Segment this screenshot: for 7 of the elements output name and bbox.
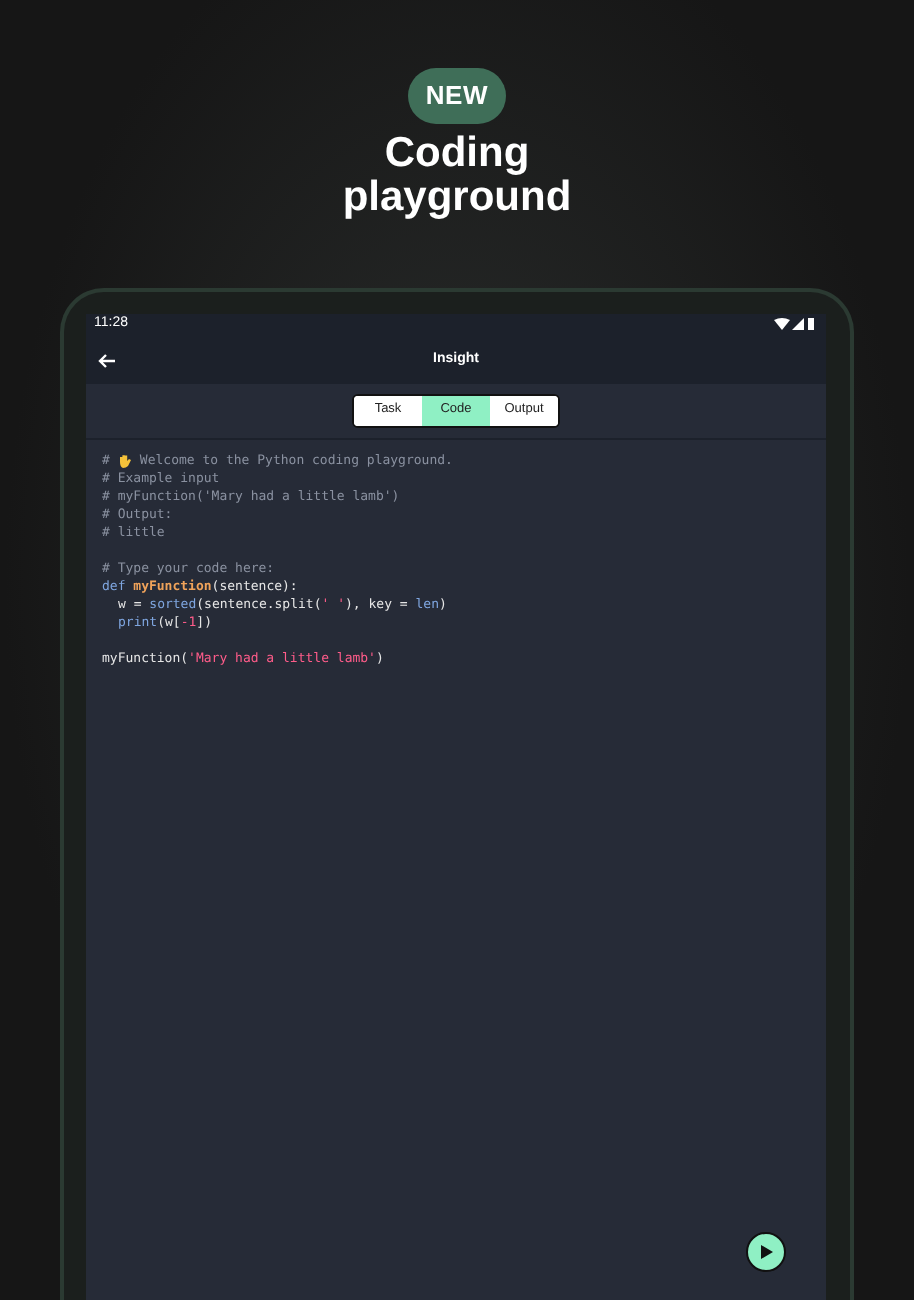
back-arrow-icon[interactable] [98, 353, 116, 367]
play-icon [758, 1244, 774, 1260]
new-badge: NEW [407, 68, 507, 123]
headline: Coding playground [340, 131, 574, 219]
waving-hand-icon [117, 453, 132, 467]
status-icons [774, 318, 818, 332]
run-button[interactable] [746, 1232, 786, 1272]
